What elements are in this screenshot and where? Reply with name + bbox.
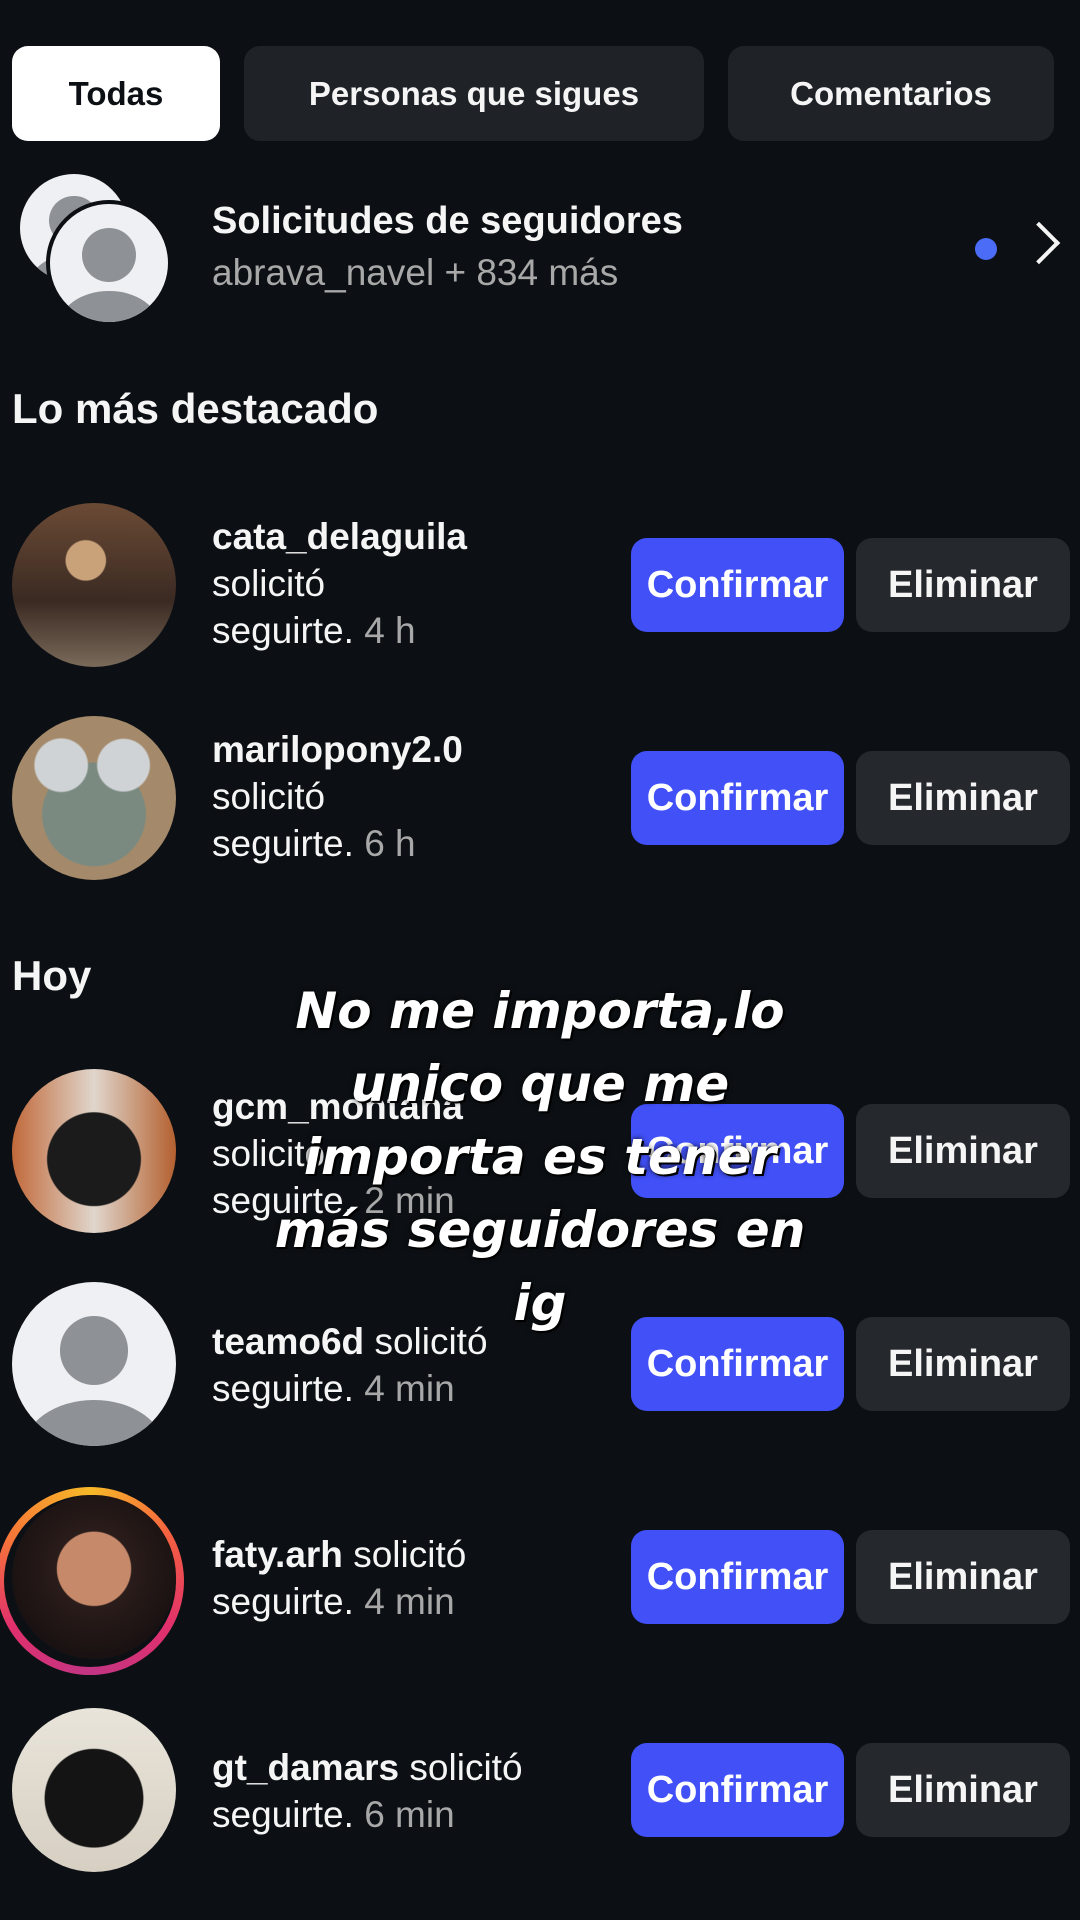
action-text: seguirte. xyxy=(212,1581,354,1622)
action-text: solicitó xyxy=(409,1747,523,1788)
timestamp: 6 min xyxy=(364,1794,455,1835)
confirm-button[interactable]: Confirmar xyxy=(631,1743,844,1837)
confirm-button[interactable]: Confirmar xyxy=(631,538,844,632)
confirm-button[interactable]: Confirmar xyxy=(631,751,844,845)
action-text: seguirte. xyxy=(212,1794,354,1835)
username[interactable]: cata_delaguila xyxy=(212,513,467,560)
list-item: gt_damars solicitó seguirte. 6 min Confi… xyxy=(0,1708,1080,1878)
username[interactable]: faty.arh xyxy=(212,1534,343,1575)
action-text: solicitó xyxy=(353,1534,467,1575)
list-item: faty.arh solicitó seguirte. 4 min Confir… xyxy=(0,1487,1080,1675)
timestamp: 6 h xyxy=(364,823,416,864)
username[interactable]: gt_damars xyxy=(212,1747,399,1788)
tab-todas[interactable]: Todas xyxy=(12,46,220,141)
tab-personas-que-sigues[interactable]: Personas que sigues xyxy=(244,46,704,141)
delete-button[interactable]: Eliminar xyxy=(856,1317,1070,1411)
action-text: solicitó xyxy=(212,776,326,817)
delete-button[interactable]: Eliminar xyxy=(856,1104,1070,1198)
action-text: seguirte. xyxy=(212,823,354,864)
list-item: marilopony2.0 solicitó seguirte. 6 h Con… xyxy=(0,716,1080,886)
timestamp: 4 min xyxy=(364,1581,455,1622)
section-title-highlights: Lo más destacado xyxy=(12,385,379,432)
chevron-right-icon[interactable] xyxy=(1017,221,1061,265)
avatar[interactable] xyxy=(12,503,176,667)
avatar[interactable] xyxy=(12,1495,176,1659)
follow-requests-title: Solicitudes de seguidores xyxy=(212,200,683,242)
timestamp: 4 h xyxy=(364,610,416,651)
video-caption-overlay: No me importa,lo unico que me importa es… xyxy=(274,982,806,1332)
follow-requests-row[interactable]: Solicitudes de seguidores abrava_navel +… xyxy=(0,170,1080,330)
avatar[interactable] xyxy=(12,1069,176,1233)
action-text: seguirte. xyxy=(212,1368,354,1409)
avatar[interactable] xyxy=(12,716,176,880)
tab-comentarios[interactable]: Comentarios xyxy=(728,46,1054,141)
list-item: cata_delaguila solicitó seguirte. 4 h Co… xyxy=(0,503,1080,673)
username[interactable]: marilopony2.0 xyxy=(212,726,463,773)
default-avatar-icon[interactable] xyxy=(12,1282,176,1446)
follow-requests-subtitle: abrava_navel + 834 más xyxy=(212,252,619,293)
delete-button[interactable]: Eliminar xyxy=(856,1530,1070,1624)
unread-dot-icon xyxy=(975,238,997,260)
action-text: seguirte. xyxy=(212,610,354,651)
timestamp: 4 min xyxy=(364,1368,455,1409)
confirm-button[interactable]: Confirmar xyxy=(631,1530,844,1624)
section-title-today: Hoy xyxy=(12,952,92,999)
stacked-avatar-front xyxy=(46,200,172,326)
delete-button[interactable]: Eliminar xyxy=(856,1743,1070,1837)
action-text: solicitó xyxy=(212,563,326,604)
delete-button[interactable]: Eliminar xyxy=(856,751,1070,845)
avatar[interactable] xyxy=(12,1708,176,1872)
filter-tabs: Todas Personas que sigues Comentarios xyxy=(12,46,1068,141)
delete-button[interactable]: Eliminar xyxy=(856,538,1070,632)
